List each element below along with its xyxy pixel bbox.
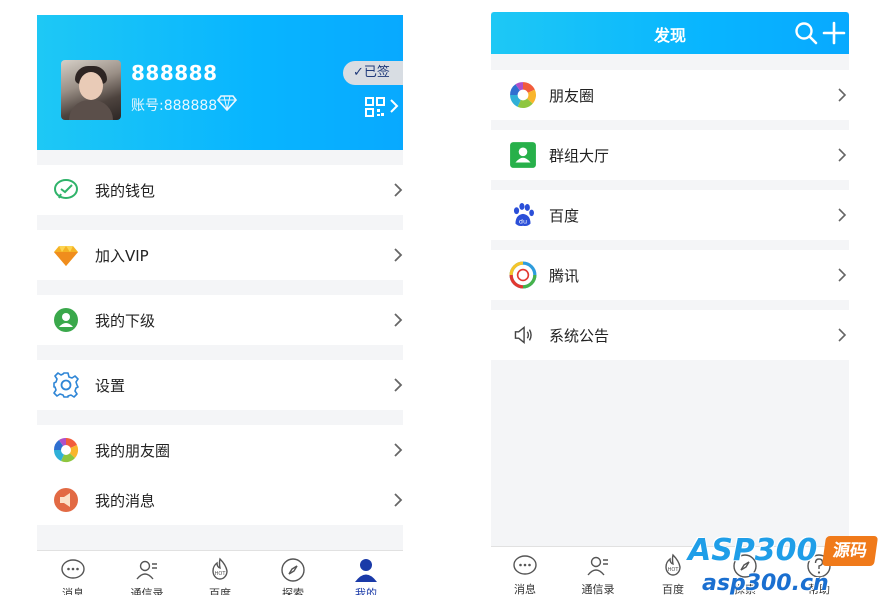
- contacts-icon: [136, 560, 157, 580]
- chevron-right-icon: [394, 183, 403, 197]
- tab-explore[interactable]: 探索: [263, 557, 323, 595]
- chevron-right-icon: [838, 268, 847, 282]
- menu-item-subordinates[interactable]: 我的下级: [37, 295, 403, 345]
- hot-icon: HOT: [212, 557, 228, 580]
- vip-diamond-icon: [54, 246, 78, 266]
- chevron-right-icon: [838, 88, 847, 102]
- profile-screen: 888888 账号:888888 ✓已签 我的钱包 加入VIP 我的下级 设置 …: [37, 15, 403, 595]
- menu-item-label: 加入VIP: [95, 247, 149, 265]
- username: 888888: [131, 61, 218, 85]
- discover-header: 发现: [491, 12, 849, 54]
- chevron-right-icon: [394, 248, 403, 262]
- menu-item-label: 我的钱包: [95, 182, 156, 200]
- svg-text:du: du: [519, 218, 527, 226]
- menu-item-vip[interactable]: 加入VIP: [37, 230, 403, 280]
- discover-item-label: 腾讯: [549, 267, 580, 285]
- account-number: 账号:888888: [131, 98, 218, 114]
- chevron-right-icon: [838, 328, 847, 342]
- chevron-right-icon: [394, 493, 403, 507]
- discover-item-tencent[interactable]: 腾讯: [491, 250, 849, 300]
- tab-label: 探索: [282, 587, 304, 595]
- tab-mine[interactable]: 我的: [336, 557, 396, 595]
- discover-item-baidu[interactable]: du 百度: [491, 190, 849, 240]
- tab-contacts[interactable]: 通信录: [568, 553, 628, 597]
- tab-label: 百度: [209, 587, 231, 595]
- menu-item-label: 我的下级: [95, 312, 156, 330]
- watermark-badge: 源码: [821, 536, 879, 566]
- gear-icon: [53, 372, 79, 398]
- chevron-right-icon: [394, 443, 403, 457]
- chevron-right-icon: [394, 378, 403, 392]
- chat-bubble-icon: [61, 559, 85, 579]
- discover-screen: 发现 朋友圈 群组大厅 du 百度 腾讯 系统公告 消息 通信录 HOT 百度 …: [491, 12, 849, 598]
- contacts-icon: [587, 556, 608, 576]
- tab-label: 通信录: [130, 587, 164, 595]
- person-icon: [355, 559, 377, 582]
- menu-item-label: 设置: [95, 377, 126, 395]
- discover-item-group-hall[interactable]: 群组大厅: [491, 130, 849, 180]
- compass-icon: [281, 558, 305, 582]
- profile-header: 888888 账号:888888 ✓已签: [37, 15, 403, 150]
- qr-code-icon[interactable]: [365, 97, 385, 117]
- watermark-brand: ASP300: [688, 533, 818, 568]
- moments-aperture-icon: [510, 82, 537, 109]
- tab-label: 消息: [62, 587, 84, 595]
- tab-messages[interactable]: 消息: [495, 553, 555, 597]
- tab-label: 通信录: [581, 583, 615, 596]
- wallet-icon: [54, 179, 78, 199]
- menu-item-settings[interactable]: 设置: [37, 360, 403, 410]
- signin-badge[interactable]: ✓已签: [343, 61, 403, 85]
- speaker-icon: [514, 326, 532, 344]
- chevron-right-icon: [394, 313, 403, 327]
- svg-text:HOT: HOT: [215, 571, 227, 577]
- menu-item-my-messages[interactable]: 我的消息: [37, 475, 403, 525]
- group-hall-icon: [510, 142, 536, 168]
- tab-label: 消息: [514, 583, 536, 596]
- chat-bubble-icon: [513, 555, 537, 575]
- plus-icon[interactable]: [822, 21, 846, 45]
- message-icon: [54, 488, 78, 512]
- menu-item-label: 我的消息: [95, 492, 156, 510]
- tencent-icon: [509, 261, 537, 289]
- tab-baidu[interactable]: HOT 百度: [190, 557, 250, 595]
- discover-item-announcement[interactable]: 系统公告: [491, 310, 849, 360]
- tab-messages[interactable]: 消息: [43, 557, 103, 595]
- tab-label: 我的: [355, 587, 377, 595]
- svg-text:HOT: HOT: [668, 567, 680, 573]
- chevron-right-icon: [838, 208, 847, 222]
- discover-item-label: 系统公告: [549, 327, 610, 345]
- hot-icon: HOT: [665, 553, 681, 576]
- subordinate-user-icon: [54, 308, 78, 332]
- diamond-icon: [217, 95, 237, 111]
- watermark: ASP300 源码 asp300.cn: [688, 533, 879, 603]
- chevron-right-icon[interactable]: [389, 98, 399, 114]
- menu-item-wallet[interactable]: 我的钱包: [37, 165, 403, 215]
- search-icon[interactable]: [794, 21, 818, 45]
- discover-item-label: 百度: [549, 207, 580, 225]
- baidu-paw-icon: du: [513, 202, 534, 227]
- discover-item-moments[interactable]: 朋友圈: [491, 70, 849, 120]
- moments-aperture-icon: [53, 437, 79, 463]
- tab-contacts[interactable]: 通信录: [117, 557, 177, 595]
- chevron-right-icon: [838, 148, 847, 162]
- menu-item-my-moments[interactable]: 我的朋友圈: [37, 425, 403, 475]
- watermark-url: asp300.cn: [702, 571, 829, 596]
- avatar[interactable]: [61, 60, 121, 120]
- discover-item-label: 朋友圈: [549, 87, 595, 105]
- menu-item-label: 我的朋友圈: [95, 442, 171, 460]
- bottom-tab-bar: 消息 通信录 HOT 百度 探索: [37, 550, 403, 595]
- discover-item-label: 群组大厅: [549, 147, 610, 165]
